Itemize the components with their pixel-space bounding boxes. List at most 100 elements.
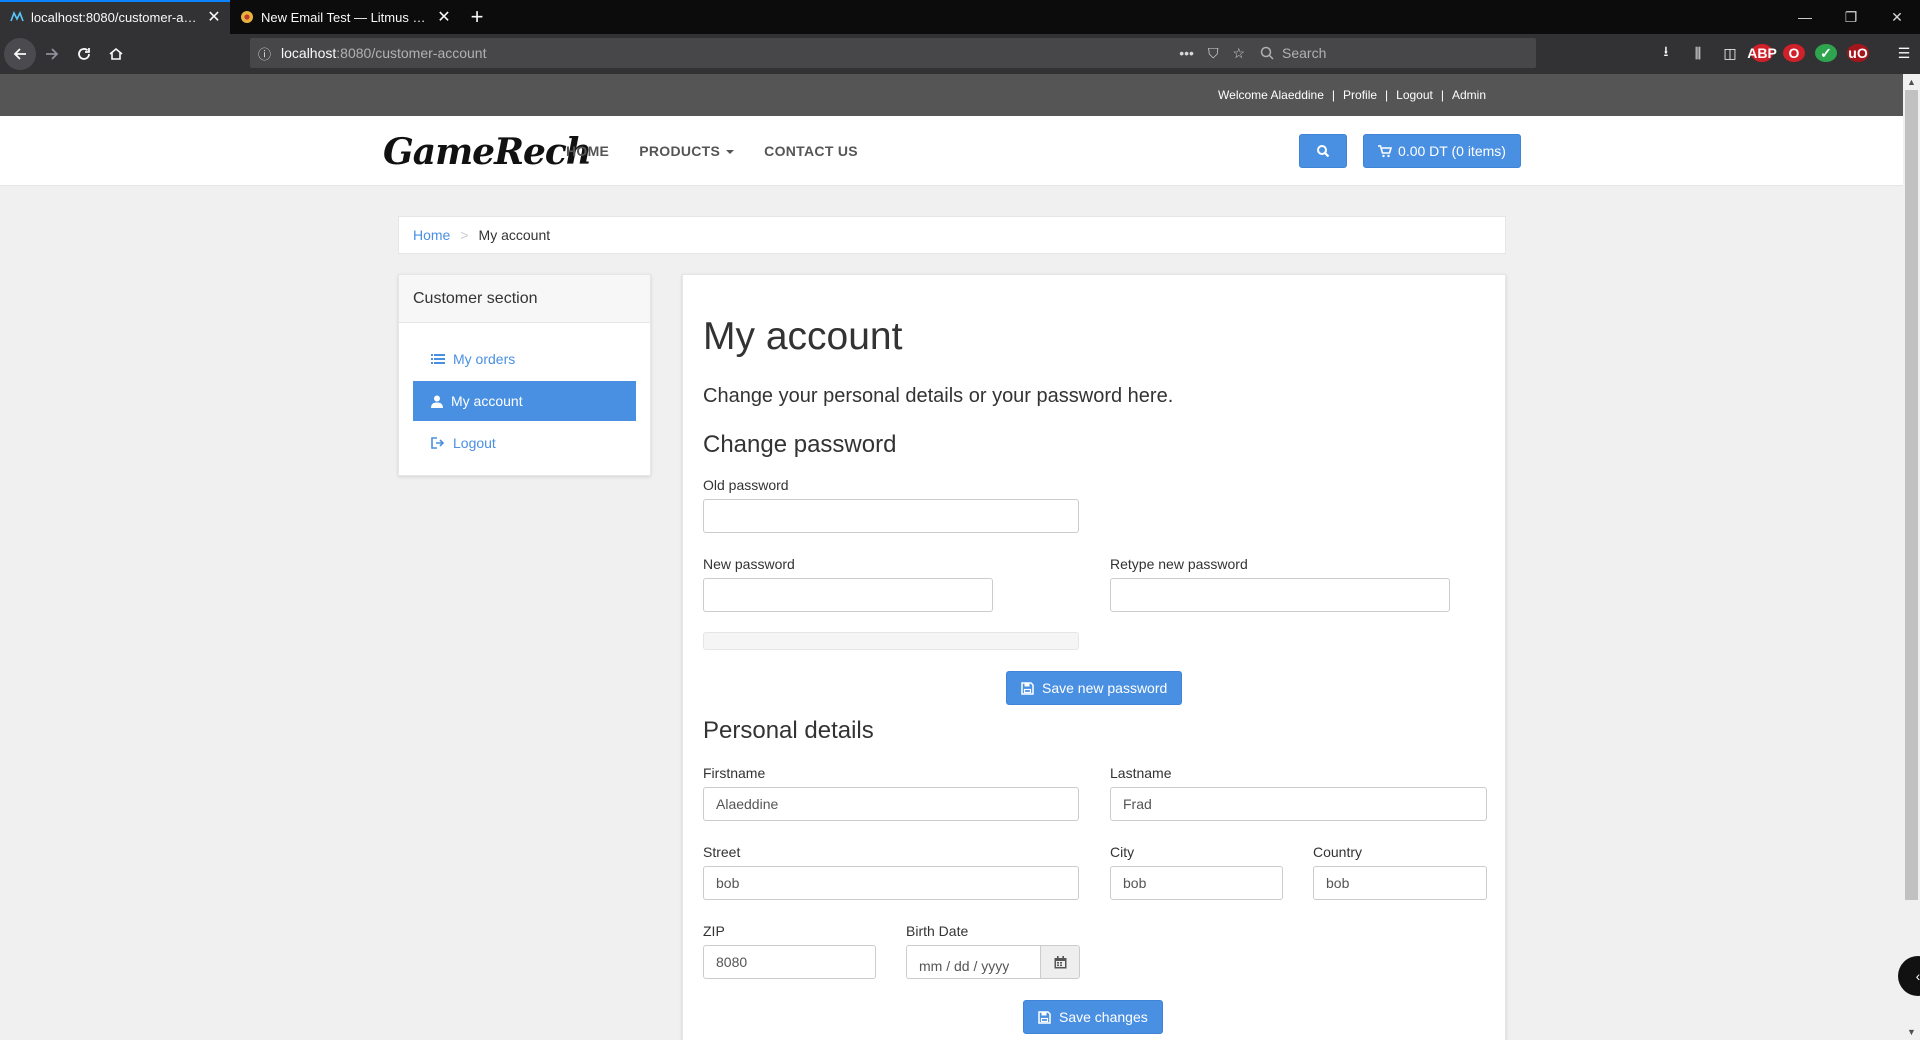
birth-date-field[interactable]: mm / dd / yyyy [906, 945, 1041, 979]
city-label: City [1110, 844, 1135, 860]
shopping-cart-icon [1378, 144, 1393, 157]
home-icon[interactable] [100, 38, 132, 70]
scrollbar-thumb[interactable] [1905, 90, 1918, 900]
browser-tab-active[interactable]: localhost:8080/customer-account ✕ [0, 0, 230, 34]
cart-label: 0.00 DT (0 items) [1398, 143, 1506, 159]
sidebar-toggle-icon[interactable]: ◫ [1719, 45, 1741, 62]
url-path: :8080/customer-account [336, 45, 487, 61]
save-new-password-button[interactable]: Save new password [1006, 671, 1183, 705]
menu-icon[interactable]: ☰ [1893, 45, 1915, 62]
tab-title: New Email Test — Litmus Putsmail [261, 9, 429, 25]
search-icon [1260, 46, 1274, 60]
scroll-up-icon[interactable]: ▲ [1903, 74, 1920, 90]
close-tab-icon[interactable]: ✕ [206, 7, 222, 27]
retype-password-label: Retype new password [1110, 556, 1248, 572]
save-icon [1038, 1010, 1051, 1024]
site-logo[interactable]: GameRech [383, 131, 592, 173]
country-field[interactable]: bob [1313, 866, 1487, 900]
sidebar-item-my-account[interactable]: My account [413, 381, 636, 421]
breadcrumb-current: My account [478, 227, 551, 243]
pocket-icon[interactable]: ⛉ [1208, 45, 1219, 62]
breadcrumb-home[interactable]: Home [413, 227, 450, 243]
profile-link[interactable]: Profile [1343, 88, 1377, 102]
window-close-icon[interactable]: ✕ [1874, 0, 1920, 34]
page-lead: Change your personal details or your pas… [703, 385, 1174, 407]
library-icon[interactable]: ⫼ [1687, 45, 1709, 62]
street-label: Street [703, 844, 741, 860]
sidebar-title: Customer section [399, 275, 650, 323]
search-button[interactable] [1299, 134, 1347, 168]
sidebar-item-label: My orders [453, 351, 516, 367]
download-icon[interactable]: ⭳ [1655, 41, 1677, 65]
opera-extension-icon[interactable]: O [1783, 44, 1805, 62]
url-bar[interactable]: ⓘ localhost:8080/customer-account ••• ⛉ … [250, 38, 1253, 68]
toolbar-right: ⭳ ⫼ ◫ ABP O ✓ uO ☰ [1655, 38, 1915, 68]
scroll-down-icon[interactable]: ▼ [1903, 1024, 1920, 1040]
zip-field[interactable]: 8080 [703, 945, 876, 979]
window-controls: — ❐ ✕ [1782, 0, 1920, 34]
search-placeholder: Search [1282, 45, 1327, 61]
save-new-password-label: Save new password [1042, 680, 1168, 696]
search-icon [1317, 145, 1330, 158]
nav-home[interactable]: HOME [566, 143, 609, 159]
page-title: My account [703, 315, 903, 358]
retype-password-field[interactable] [1110, 578, 1450, 612]
cart-button[interactable]: 0.00 DT (0 items) [1363, 134, 1521, 168]
save-changes-button[interactable]: Save changes [1023, 1000, 1163, 1034]
birth-date-label: Birth Date [906, 923, 969, 939]
web-page: Welcome Alaeddine | Profile | Logout | A… [0, 74, 1903, 1040]
tab-favicon-icon [10, 11, 24, 22]
lastname-field[interactable]: Frad [1110, 787, 1487, 821]
nav-products-label: PRODUCTS [639, 143, 721, 159]
sidebar-item-logout[interactable]: Logout [413, 423, 636, 463]
old-password-label: Old password [703, 477, 789, 493]
litmus-favicon-icon [241, 11, 253, 23]
adblock-icon[interactable]: ABP [1747, 44, 1777, 62]
new-password-label: New password [703, 556, 795, 572]
forward-icon[interactable] [36, 38, 68, 70]
city-field[interactable]: bob [1110, 866, 1283, 900]
new-password-field[interactable] [703, 578, 993, 612]
old-password-field[interactable] [703, 499, 1079, 533]
minimize-icon[interactable]: — [1782, 0, 1828, 34]
account-panel: My account Change your personal details … [682, 274, 1506, 1040]
browser-toolbar: ⓘ localhost:8080/customer-account ••• ⛉ … [0, 34, 1920, 74]
reload-icon[interactable] [68, 38, 100, 70]
tab-title: localhost:8080/customer-account [31, 9, 199, 25]
shield-extension-icon[interactable]: ✓ [1815, 44, 1837, 62]
more-actions-icon[interactable]: ••• [1179, 45, 1194, 61]
nav-products[interactable]: PRODUCTS [639, 143, 735, 159]
page-scrollbar[interactable]: ▲ ▼ [1903, 74, 1920, 1040]
new-tab-icon[interactable]: + [460, 0, 494, 34]
firstname-label: Firstname [703, 765, 766, 781]
main-nav: HOME PRODUCTS CONTACT US [566, 143, 858, 159]
calendar-button[interactable] [1040, 945, 1080, 979]
browser-tab[interactable]: New Email Test — Litmus Putsmail ✕ [230, 0, 460, 34]
personal-details-heading: Personal details [703, 717, 874, 744]
firstname-field[interactable]: Alaeddine [703, 787, 1079, 821]
ublock-icon[interactable]: uO [1847, 44, 1869, 62]
browser-search-bar[interactable]: Search [1250, 38, 1536, 68]
welcome-text: Welcome Alaeddine [1218, 88, 1324, 102]
sidebar-item-my-orders[interactable]: My orders [413, 339, 636, 379]
bookmark-star-icon[interactable]: ☆ [1232, 45, 1245, 62]
street-field[interactable]: bob [703, 866, 1079, 900]
nav-contact[interactable]: CONTACT US [764, 143, 858, 159]
site-header: GameRech HOME PRODUCTS CONTACT US 0.00 D… [0, 116, 1903, 186]
change-password-heading: Change password [703, 431, 897, 458]
lastname-label: Lastname [1110, 765, 1172, 781]
sidebar-item-label: Logout [453, 435, 496, 451]
password-strength-bar [703, 632, 1079, 650]
breadcrumb: Home > My account [398, 216, 1506, 254]
back-icon[interactable] [4, 38, 36, 70]
browser-tab-bar: localhost:8080/customer-account ✕ New Em… [0, 0, 1920, 34]
admin-link[interactable]: Admin [1452, 88, 1486, 102]
restore-icon[interactable]: ❐ [1828, 0, 1874, 34]
close-tab-icon[interactable]: ✕ [436, 7, 452, 27]
calendar-icon [1054, 955, 1066, 968]
url-host: localhost [281, 45, 337, 61]
customer-sidebar: Customer section My orders My account Lo… [398, 274, 651, 476]
zip-label: ZIP [703, 923, 725, 939]
logout-link[interactable]: Logout [1396, 88, 1433, 102]
info-icon[interactable]: ⓘ [258, 44, 271, 63]
